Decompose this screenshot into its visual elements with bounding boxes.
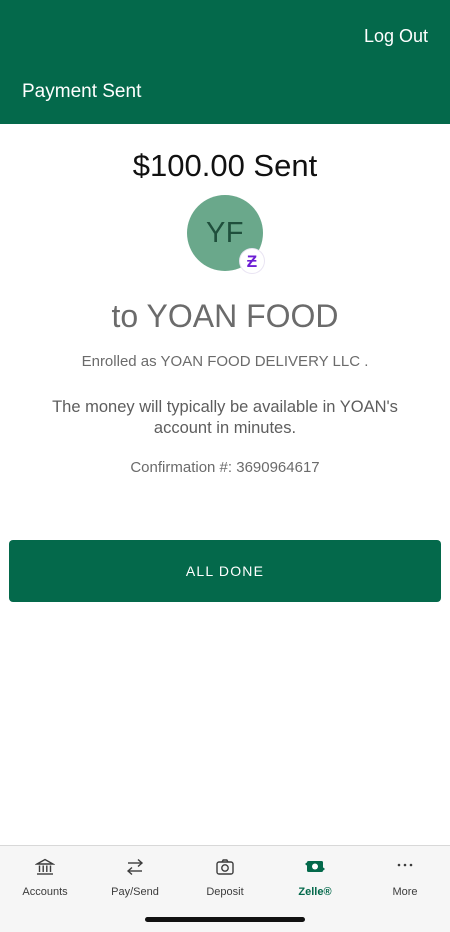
tab-label: Accounts bbox=[22, 886, 68, 898]
confirmation-number: Confirmation #: 3690964617 bbox=[130, 459, 320, 476]
zelle-money-icon bbox=[304, 856, 326, 878]
tab-pay-send[interactable]: Pay/Send bbox=[90, 846, 180, 908]
bank-icon bbox=[35, 856, 55, 878]
payment-amount: $100.00 Sent bbox=[132, 148, 318, 183]
enrolled-as-text: Enrolled as YOAN FOOD DELIVERY LLC . bbox=[81, 353, 369, 370]
camera-icon bbox=[215, 856, 235, 878]
transfer-arrows-icon bbox=[125, 856, 145, 878]
logout-link[interactable]: Log Out bbox=[364, 26, 428, 47]
all-done-button[interactable]: ALL DONE bbox=[9, 540, 441, 602]
tab-label: More bbox=[392, 886, 418, 898]
tab-accounts[interactable]: Accounts bbox=[0, 846, 90, 908]
zelle-badge-icon: Ƶ bbox=[240, 249, 264, 273]
top-header: Log Out Payment Sent bbox=[0, 0, 450, 124]
tab-label: Deposit bbox=[206, 886, 244, 898]
ellipsis-icon bbox=[395, 856, 415, 878]
tab-zelle[interactable]: Zelle® bbox=[270, 846, 360, 908]
tab-more[interactable]: More bbox=[360, 846, 450, 908]
tab-label: Zelle® bbox=[298, 886, 332, 898]
tab-deposit[interactable]: Deposit bbox=[180, 846, 270, 908]
availability-message: The money will typically be available in… bbox=[52, 398, 398, 437]
tab-label: Pay/Send bbox=[111, 886, 159, 898]
home-indicator[interactable] bbox=[145, 917, 305, 922]
recipient-name: to YOAN FOOD bbox=[111, 298, 339, 334]
page-title: Payment Sent bbox=[22, 81, 142, 102]
avatar-initials: YF bbox=[205, 216, 245, 249]
